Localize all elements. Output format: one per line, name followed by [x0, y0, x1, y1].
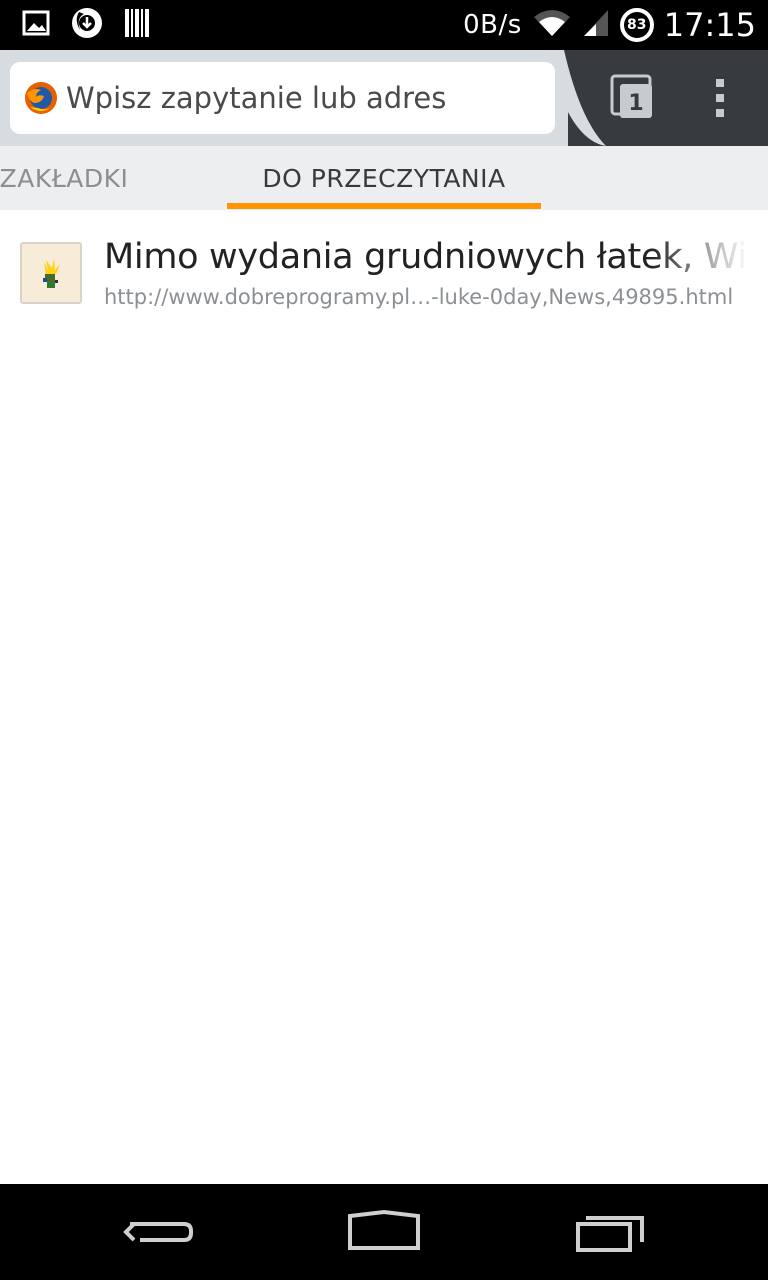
item-title: Mimo wydania grudniowych łatek, Windo [104, 237, 748, 277]
menu-dot [716, 109, 724, 117]
tabs-counter-button[interactable]: 1 [602, 72, 662, 124]
url-bar[interactable]: Wpisz zapytanie lub adres [10, 62, 555, 134]
home-button[interactable] [324, 1202, 444, 1262]
site-favicon [20, 242, 82, 304]
firefox-logo-icon [25, 82, 57, 114]
home-icon [348, 1209, 420, 1250]
barcode-icon [124, 8, 150, 42]
overflow-menu-button[interactable] [702, 72, 738, 124]
system-nav-bar [0, 1184, 768, 1280]
browser-toolbar: Wpisz zapytanie lub adres 1 [0, 50, 768, 146]
toolbar-curve [546, 50, 606, 146]
notification-icons [22, 8, 150, 42]
image-icon [22, 10, 50, 40]
menu-dot [716, 79, 724, 87]
clock: 17:15 [663, 6, 756, 44]
item-url: http://www.dobreprogramy.pl…-luke-0day,N… [104, 285, 734, 309]
back-button[interactable] [100, 1202, 220, 1262]
tab-count: 1 [628, 91, 643, 116]
battery-icon: 83 [619, 8, 654, 42]
battery-level: 83 [623, 12, 650, 38]
network-speed: 0B/s [463, 10, 522, 40]
tabs-icon: 1 [610, 74, 652, 118]
back-arrow-icon [123, 1222, 193, 1242]
tab-reading-list[interactable]: DO PRZECZYTANIA [227, 146, 541, 210]
reading-list-item[interactable]: Mimo wydania grudniowych łatek, Windo ht… [0, 225, 768, 325]
recent-apps-button[interactable] [550, 1202, 670, 1262]
home-panel-tabs: ZAKŁADKI DO PRZECZYTANIA [0, 146, 768, 210]
active-tab-indicator [227, 203, 541, 209]
url-placeholder: Wpisz zapytanie lub adres [66, 81, 447, 115]
status-bar: 0B/s 83 17:15 [0, 0, 768, 50]
wifi-icon [532, 8, 572, 42]
firefox-download-icon [70, 6, 104, 44]
cell-signal-icon [582, 8, 610, 42]
system-status: 0B/s 83 17:15 [463, 0, 756, 50]
menu-dot [716, 94, 724, 102]
favicon-icon [43, 258, 60, 288]
tab-bookmarks[interactable]: ZAKŁADKI [0, 146, 132, 210]
recent-apps-icon [576, 1216, 644, 1252]
